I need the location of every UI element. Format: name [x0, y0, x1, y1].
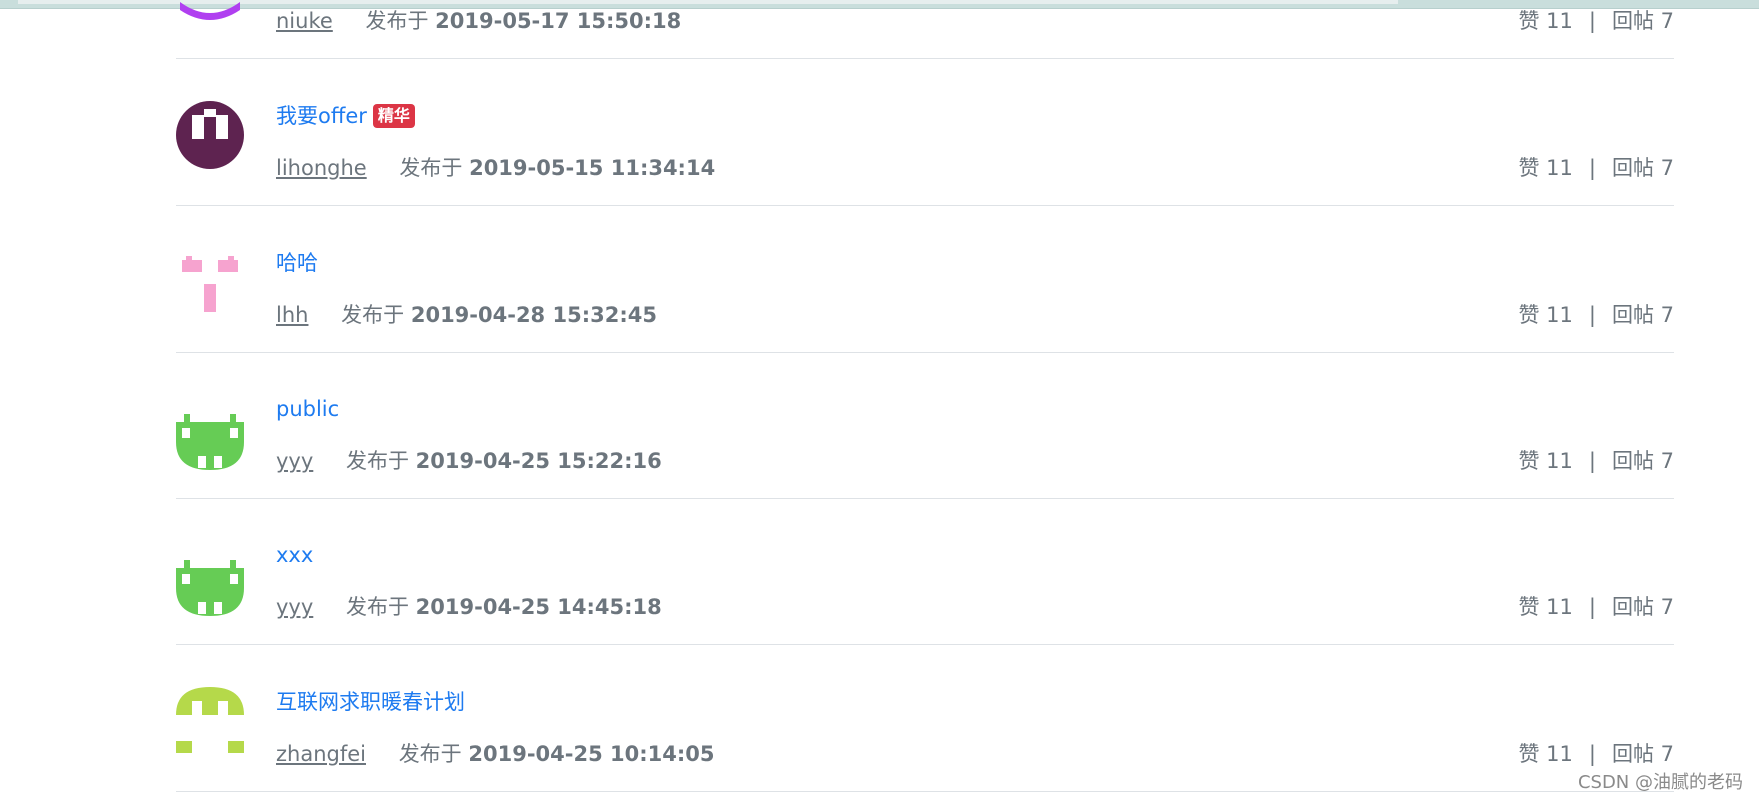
post-meta: lihonghe 发布于 2019-05-15 11:34:14: [276, 151, 715, 185]
post-title-link[interactable]: xxx: [276, 543, 313, 567]
post-item: public yyy 发布于 2019-04-25 15:22:16 赞 11 |…: [176, 352, 1674, 499]
author-link[interactable]: yyy: [276, 449, 313, 473]
post-meta: yyy 发布于 2019-04-25 15:22:16: [276, 444, 662, 478]
published-time: 2019-04-28 15:32:45: [410, 303, 657, 327]
reply-count[interactable]: 回帖 7: [1612, 595, 1674, 619]
stats-divider: |: [1588, 9, 1596, 33]
author-link[interactable]: yyy: [276, 595, 313, 619]
post-title-line: 哈哈: [276, 246, 318, 280]
stats-divider: |: [1588, 742, 1596, 766]
post-stats: 赞 11 | 回帖 7: [1518, 737, 1674, 771]
published-label: 发布于: [399, 156, 463, 180]
published-label: 发布于: [345, 449, 409, 473]
reply-count[interactable]: 回帖 7: [1612, 156, 1674, 180]
avatar[interactable]: [176, 252, 244, 320]
author-link[interactable]: lihonghe: [276, 156, 367, 180]
reply-count[interactable]: 回帖 7: [1612, 449, 1674, 473]
published-label: 发布于: [345, 595, 409, 619]
post-meta: niuke 发布于 2019-05-17 15:50:18: [276, 4, 681, 38]
avatar[interactable]: [176, 548, 244, 616]
post-meta: yyy 发布于 2019-04-25 14:45:18: [276, 590, 662, 624]
csdn-watermark: CSDN @油腻的老码: [1577, 772, 1743, 793]
like-count[interactable]: 赞 11: [1518, 742, 1572, 766]
author-link[interactable]: zhangfei: [276, 742, 366, 766]
post-item: 互联网求职暖春计划 zhangfei 发布于 2019-04-25 10:14:…: [176, 645, 1674, 792]
avatar[interactable]: [176, 402, 244, 470]
avatar[interactable]: [176, 687, 244, 755]
post-stats: 赞 11 | 回帖 7: [1518, 444, 1674, 478]
published-time: 2019-04-25 14:45:18: [415, 595, 662, 619]
post-title-link[interactable]: public: [276, 397, 339, 421]
post-item: xxx yyy 发布于 2019-04-25 14:45:18 赞 11 | 回帖 …: [176, 498, 1674, 645]
author-link[interactable]: niuke: [276, 9, 333, 33]
post-meta: lhh 发布于 2019-04-28 15:32:45: [276, 298, 657, 332]
post-title-link[interactable]: 互联网求职暖春计划: [276, 690, 465, 714]
post-title-line: 我要offer 精华: [276, 99, 415, 133]
post-stats: 赞 11 | 回帖 7: [1518, 298, 1674, 332]
published-time: 2019-05-17 15:50:18: [435, 9, 682, 33]
stats-divider: |: [1588, 449, 1596, 473]
post-title-line: public: [276, 392, 339, 426]
like-count[interactable]: 赞 11: [1518, 303, 1572, 327]
featured-badge: 精华: [372, 104, 415, 128]
stats-divider: |: [1588, 595, 1596, 619]
author-link[interactable]: lhh: [276, 303, 308, 327]
published-label: 发布于: [398, 742, 462, 766]
published-time: 2019-04-25 15:22:16: [415, 449, 662, 473]
post-stats: 赞 11 | 回帖 7: [1518, 4, 1674, 38]
post-item: 哈哈 lhh 发布于 2019-04-28 15:32:45 赞 11 | 回帖 7: [176, 206, 1674, 353]
reply-count[interactable]: 回帖 7: [1612, 742, 1674, 766]
post-meta: zhangfei 发布于 2019-04-25 10:14:05: [276, 737, 714, 771]
like-count[interactable]: 赞 11: [1518, 449, 1572, 473]
published-time: 2019-05-15 11:34:14: [469, 156, 716, 180]
like-count[interactable]: 赞 11: [1518, 595, 1572, 619]
published-time: 2019-04-25 10:14:05: [468, 742, 715, 766]
post-stats: 赞 11 | 回帖 7: [1518, 151, 1674, 185]
post-title-line: 互联网求职暖春计划: [276, 685, 465, 719]
like-count[interactable]: 赞 11: [1518, 156, 1572, 180]
reply-count[interactable]: 回帖 7: [1612, 9, 1674, 33]
post-title-link[interactable]: 我要offer: [276, 104, 367, 128]
post-title-link[interactable]: 哈哈: [276, 251, 318, 275]
reply-count[interactable]: 回帖 7: [1612, 303, 1674, 327]
post-title-line: xxx: [276, 538, 313, 572]
stats-divider: |: [1588, 303, 1596, 327]
avatar[interactable]: [176, 101, 244, 169]
post-stats: 赞 11 | 回帖 7: [1518, 590, 1674, 624]
published-label: 发布于: [365, 9, 429, 33]
published-label: 发布于: [341, 303, 405, 327]
post-item: 我要offer 精华 lihonghe 发布于 2019-05-15 11:34:…: [176, 59, 1674, 206]
like-count[interactable]: 赞 11: [1518, 9, 1572, 33]
stats-divider: |: [1588, 156, 1596, 180]
avatar[interactable]: [176, 0, 244, 58]
post-item: niuke 发布于 2019-05-17 15:50:18 赞 11 | 回帖 7: [176, 0, 1674, 59]
